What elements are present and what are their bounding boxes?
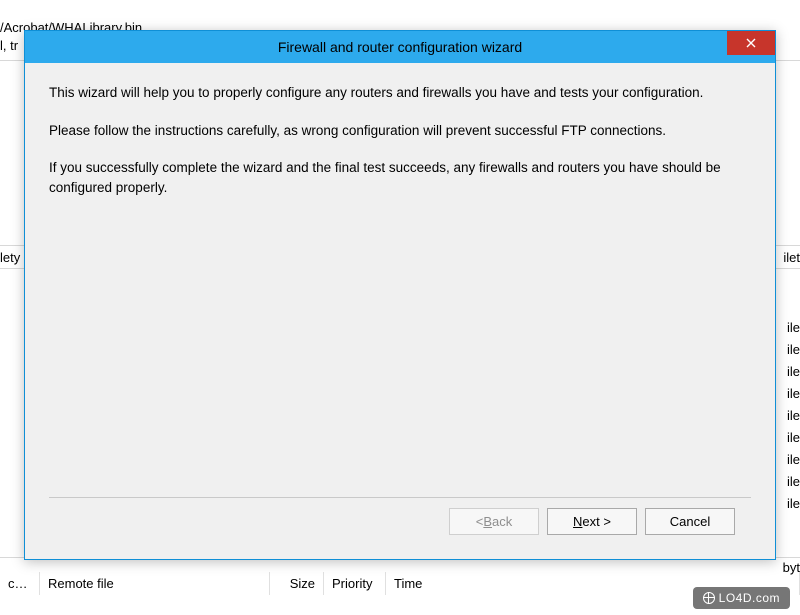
bg-status-fragment: byt <box>783 560 800 575</box>
list-item: ile <box>787 342 800 364</box>
list-item: ile <box>787 474 800 496</box>
queue-col-priority[interactable]: Priority <box>324 572 386 595</box>
queue-col[interactable]: c… <box>0 572 40 595</box>
queue-col-size[interactable]: Size <box>270 572 324 595</box>
list-item: ile <box>787 320 800 342</box>
titlebar[interactable]: Firewall and router configuration wizard <box>25 31 775 63</box>
dialog-title: Firewall and router configuration wizard <box>278 39 522 55</box>
list-item: ile <box>787 386 800 408</box>
next-button[interactable]: Next > <box>547 508 637 535</box>
bg-file-list: ile ile ile ile ile ile ile ile ile <box>787 320 800 518</box>
globe-icon <box>703 592 715 604</box>
queue-col-remote-file[interactable]: Remote file <box>40 572 270 595</box>
cancel-button[interactable]: Cancel <box>645 508 735 535</box>
list-item: ile <box>787 496 800 518</box>
bg-column-fragment: ilet <box>783 250 800 265</box>
watermark: LO4D.com <box>693 587 790 609</box>
watermark-text: LO4D.com <box>719 591 780 605</box>
wizard-paragraph: Please follow the instructions carefully… <box>49 121 751 141</box>
close-button[interactable] <box>727 31 775 55</box>
dialog-body: This wizard will help you to properly co… <box>25 63 775 559</box>
wizard-paragraph: If you successfully complete the wizard … <box>49 158 751 197</box>
bg-column-fragment: lety <box>0 250 20 265</box>
list-item: ile <box>787 364 800 386</box>
close-icon <box>746 35 756 51</box>
config-wizard-dialog: Firewall and router configuration wizard… <box>24 30 776 560</box>
back-button: < Back <box>449 508 539 535</box>
bg-text-fragment: l, tr <box>0 38 18 53</box>
wizard-paragraph: This wizard will help you to properly co… <box>49 83 751 103</box>
list-item: ile <box>787 408 800 430</box>
list-item: ile <box>787 430 800 452</box>
queue-header-row: c… Remote file Size Priority Time <box>0 572 800 595</box>
list-item: ile <box>787 452 800 474</box>
separator <box>49 497 751 498</box>
dialog-footer: < Back Next > Cancel <box>49 508 751 551</box>
